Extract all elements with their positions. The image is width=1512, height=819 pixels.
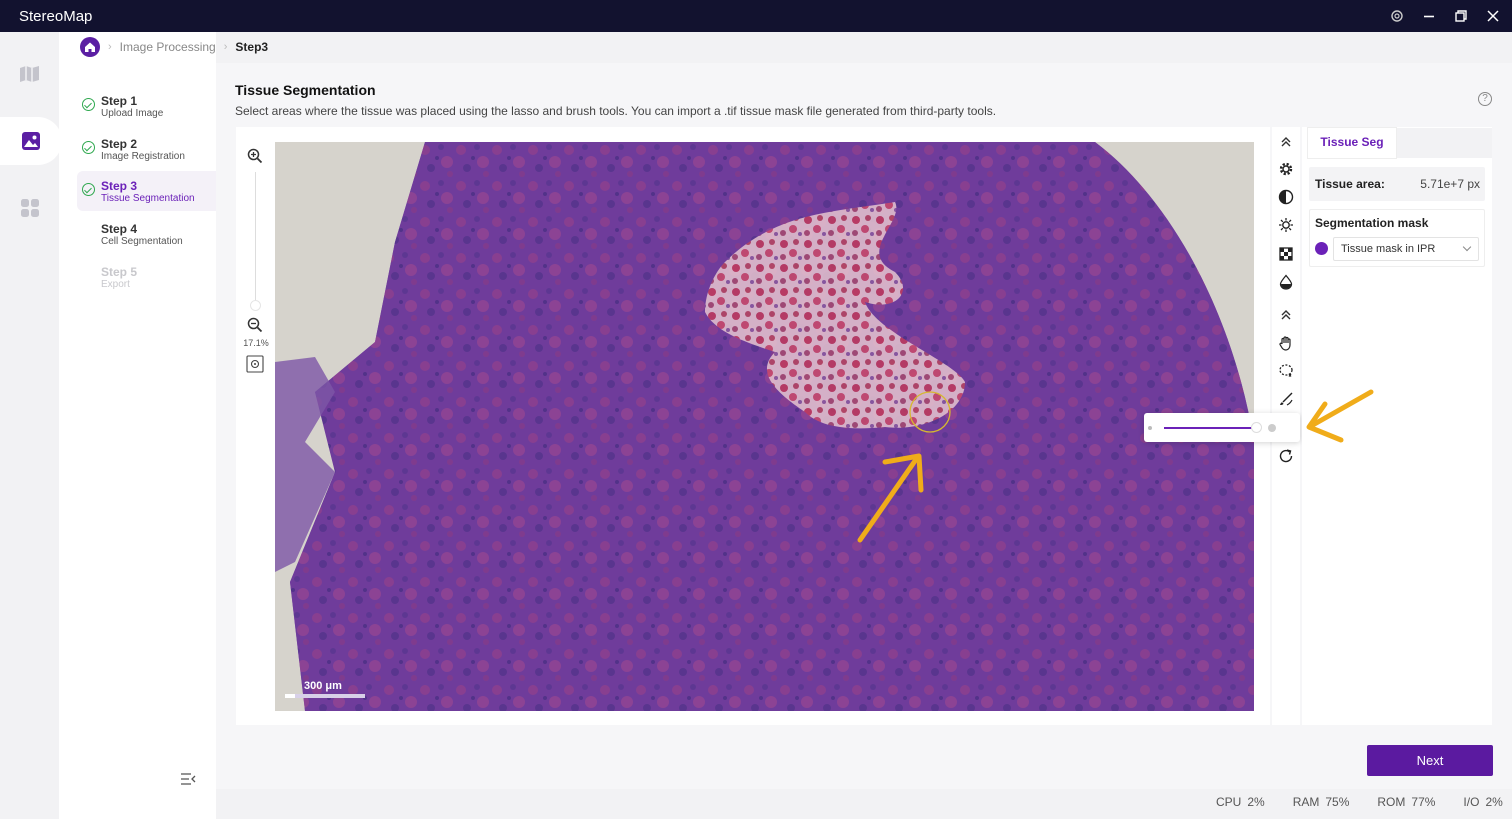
scale-bar-label: 300 μm: [304, 680, 342, 692]
step-subtitle: Export: [101, 279, 130, 290]
step-title: Step 5: [101, 265, 138, 279]
step-subtitle: Tissue Segmentation: [101, 193, 195, 204]
mask-select[interactable]: Tissue mask in IPR: [1333, 237, 1479, 261]
cpu-value: 2%: [1247, 795, 1265, 809]
collapse-up-icon[interactable]: [1277, 306, 1295, 324]
check-icon: [82, 141, 95, 154]
restore-icon[interactable]: [1454, 9, 1468, 23]
rail-image-processing-icon[interactable]: [0, 117, 62, 165]
status-bar: CPU 2% RAM 75% ROM 77% I/O 2%: [1216, 795, 1503, 811]
io-label: I/O: [1463, 795, 1480, 809]
step-title: Step 2: [101, 137, 138, 151]
help-icon[interactable]: ?: [1478, 92, 1492, 106]
reset-icon[interactable]: [1277, 447, 1295, 465]
ram-label: RAM: [1292, 795, 1320, 809]
brush-size-slider-handle[interactable]: [1251, 422, 1262, 433]
step-4[interactable]: Step 4 Cell Segmentation: [77, 214, 216, 254]
tab-bar-background: [1396, 128, 1492, 158]
step-subtitle: Image Registration: [101, 151, 185, 162]
rail-map-icon[interactable]: [0, 50, 59, 98]
breadcrumb-item-image-processing[interactable]: Image Processing: [120, 40, 216, 54]
grid-icon[interactable]: [1277, 245, 1295, 263]
app-title: StereoMap: [19, 7, 93, 25]
brush-size-min-icon: [1148, 426, 1152, 430]
hand-pan-icon[interactable]: [1277, 334, 1295, 352]
breadcrumb: › Image Processing › Step3: [80, 36, 268, 58]
mask-select-value: Tissue mask in IPR: [1341, 243, 1436, 255]
step-2[interactable]: Step 2 Image Registration: [77, 129, 216, 169]
rom-value: 77%: [1411, 795, 1436, 809]
minimize-icon[interactable]: [1422, 9, 1436, 23]
collapse-menu-icon[interactable]: [180, 772, 196, 786]
cpu-label: CPU: [1216, 795, 1242, 809]
page-title: Tissue Segmentation: [235, 82, 376, 98]
breadcrumb-separator: ›: [108, 41, 112, 53]
brush-icon[interactable]: [1277, 390, 1295, 408]
check-icon: [82, 98, 95, 111]
zoom-percentage: 17.1%: [243, 338, 269, 348]
zoom-out-icon[interactable]: [247, 317, 263, 338]
tab-tissue-seg[interactable]: Tissue Seg: [1308, 128, 1396, 158]
cpu-status: CPU 2%: [1216, 795, 1265, 811]
brush-size-max-icon: [1268, 424, 1276, 432]
title-bar: StereoMap: [0, 0, 1512, 32]
rom-label: ROM: [1377, 795, 1406, 809]
breadcrumb-separator: ›: [223, 41, 228, 53]
collapse-up-icon[interactable]: [1277, 133, 1295, 151]
tissue-image: [275, 142, 1254, 711]
saturation-drop-icon[interactable]: [1277, 273, 1295, 291]
chevron-down-icon: [1462, 242, 1472, 252]
breadcrumb-current: Step3: [235, 40, 269, 54]
home-icon[interactable]: [80, 37, 100, 57]
step-title: Step 1: [101, 94, 138, 108]
zoom-slider-track[interactable]: [255, 172, 256, 307]
left-rail: [0, 32, 62, 819]
mask-color-swatch[interactable]: [1315, 242, 1328, 255]
tissue-area-value: 5.71e+7 px: [1420, 177, 1480, 191]
rom-status: ROM 77%: [1377, 795, 1435, 811]
rail-apps-icon[interactable]: [0, 184, 59, 232]
page-description: Select areas where the tissue was placed…: [235, 104, 997, 118]
step-1[interactable]: Step 1 Upload Image: [77, 86, 216, 126]
window-controls: [1390, 0, 1500, 32]
io-status: I/O 2%: [1463, 795, 1502, 811]
step-title: Step 4: [101, 222, 138, 236]
lasso-icon[interactable]: [1277, 362, 1295, 380]
tissue-area-label: Tissue area:: [1315, 177, 1385, 191]
zoom-in-icon[interactable]: [247, 148, 263, 169]
brush-size-slider-track[interactable]: [1164, 427, 1256, 429]
io-value: 2%: [1485, 795, 1503, 809]
contrast-icon[interactable]: [1277, 188, 1295, 206]
step-subtitle: Cell Segmentation: [101, 236, 183, 247]
brush-size-popover: [1144, 413, 1300, 442]
image-canvas[interactable]: [275, 142, 1254, 711]
fit-view-icon[interactable]: [246, 355, 264, 378]
step-5: Step 5 Export: [77, 257, 216, 297]
step-title: Step 3: [101, 179, 138, 193]
settings-icon[interactable]: [1390, 9, 1404, 23]
close-icon[interactable]: [1486, 9, 1500, 23]
segmentation-mask-title: Segmentation mask: [1315, 216, 1429, 230]
zoom-slider-handle[interactable]: [250, 300, 261, 311]
step-subtitle: Upload Image: [101, 108, 164, 119]
check-icon: [82, 183, 95, 196]
ram-status: RAM 75%: [1293, 795, 1350, 811]
settings-gear-icon[interactable]: [1277, 160, 1295, 178]
brightness-icon[interactable]: [1277, 216, 1295, 234]
ram-value: 75%: [1325, 795, 1350, 809]
step-3[interactable]: Step 3 Tissue Segmentation: [77, 171, 216, 211]
next-button[interactable]: Next: [1367, 745, 1493, 776]
